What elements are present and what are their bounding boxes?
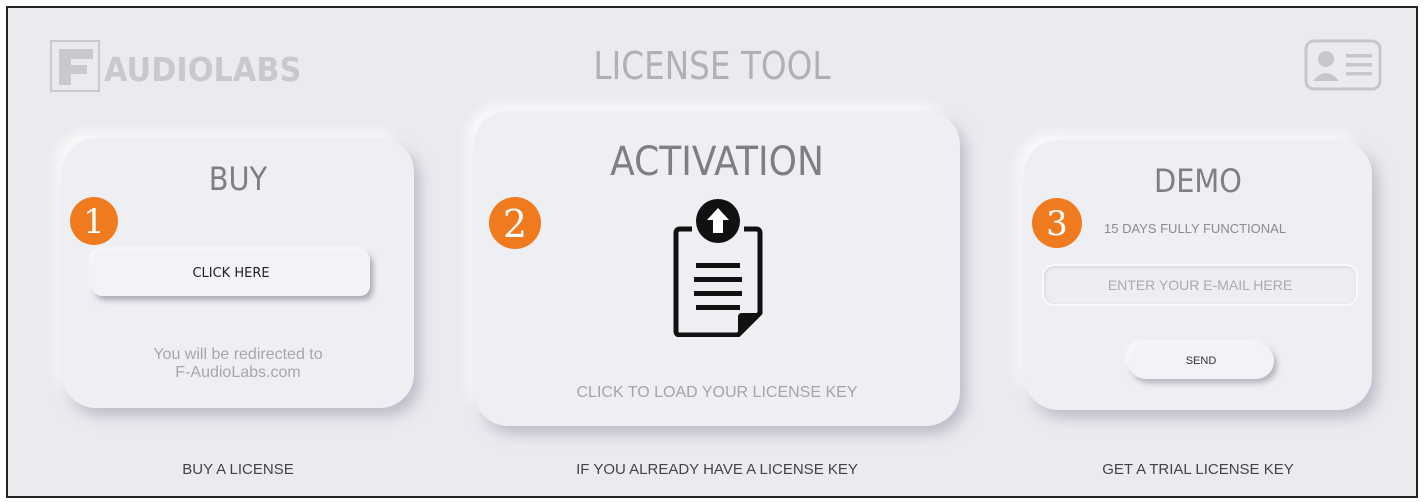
demo-subtitle: 15 DAYS FULLY FUNCTIONAL: [1104, 221, 1287, 236]
id-card-icon[interactable]: [1304, 39, 1382, 91]
send-button[interactable]: SEND: [1128, 343, 1274, 379]
buy-caption: BUY A LICENSE: [182, 461, 294, 478]
step-badge-2: 2: [489, 197, 541, 249]
redirect-note: You will be redirected to F-AudioLabs.co…: [62, 346, 414, 382]
buy-card: BUY 1 CLICK HERE You will be redirected …: [62, 138, 414, 408]
page-title: LICENSE TOOL: [593, 44, 831, 88]
f-audiolabs-logo-icon: [50, 40, 100, 92]
demo-caption: GET A TRIAL LICENSE KEY: [1102, 461, 1294, 478]
demo-title: DEMO: [1154, 162, 1242, 200]
load-license-hint: CLICK TO LOAD YOUR LICENSE KEY: [576, 384, 858, 401]
buy-click-here-button[interactable]: CLICK HERE: [92, 250, 370, 296]
step-badge-1: 1: [70, 197, 118, 245]
activation-caption: IF YOU ALREADY HAVE A LICENSE KEY: [576, 461, 858, 478]
license-tool-window: AUDIOLABS LICENSE TOOL BUY 1 CLICK HERE …: [6, 6, 1418, 498]
email-field[interactable]: [1042, 264, 1358, 306]
clipboard-upload-icon[interactable]: [672, 199, 764, 337]
redirect-line-2: F-AudioLabs.com: [175, 364, 301, 381]
buy-title: BUY: [208, 160, 268, 198]
step-badge-3: 3: [1032, 198, 1082, 248]
demo-card: DEMO 3 15 DAYS FULLY FUNCTIONAL SEND: [1024, 140, 1372, 410]
redirect-line-1: You will be redirected to: [153, 346, 323, 363]
activation-title: ACTIVATION: [610, 139, 824, 185]
activation-card[interactable]: ACTIVATION 2 CLICK TO LOAD YOUR LICENSE …: [474, 111, 960, 426]
